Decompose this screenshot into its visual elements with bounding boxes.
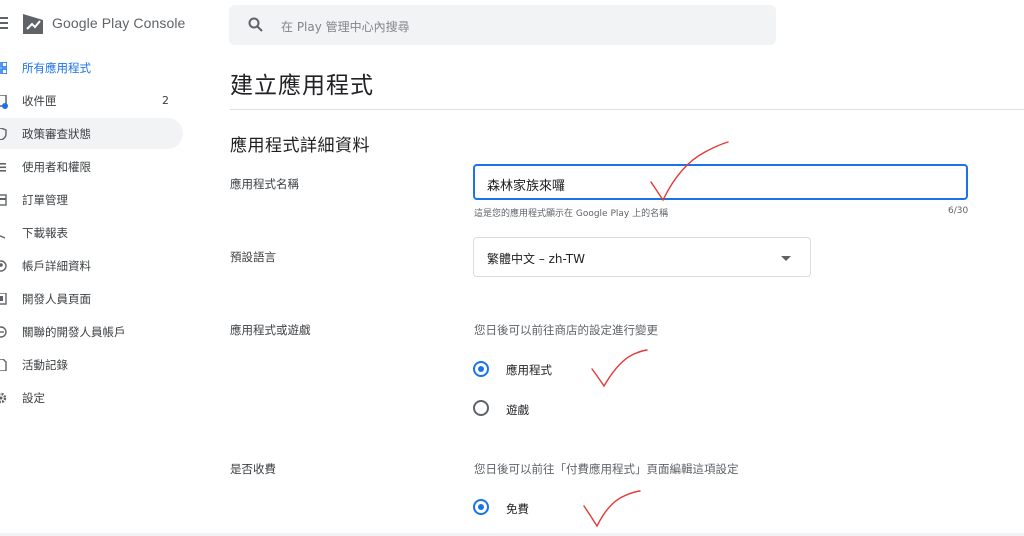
sidebar-item-activity-log[interactable]: 活動記錄: [0, 348, 195, 381]
default-language-label: 預設語言: [230, 250, 276, 264]
sidebar-item-label: 關聯的開發人員帳戶: [22, 324, 126, 339]
log-icon: [0, 358, 7, 371]
sidebar-item-all-apps[interactable]: 所有應用程式: [0, 51, 195, 84]
people-icon: [0, 162, 6, 172]
sidebar-item-label: 訂單管理: [22, 192, 68, 207]
sidebar-item-linked-developer-accounts[interactable]: 關聯的開發人員帳戶: [0, 315, 195, 348]
app-name-value: 森林家族來囉: [487, 179, 566, 194]
radio-app[interactable]: [473, 361, 489, 377]
account-icon: [0, 259, 7, 272]
app-name-label: 應用程式名稱: [230, 177, 299, 191]
sidebar-item-settings[interactable]: 設定: [0, 381, 195, 414]
brand-bar: Google Play Console: [0, 0, 195, 48]
sidebar-item-label: 下載報表: [22, 225, 68, 240]
search-icon: [248, 17, 263, 32]
search-bar[interactable]: 在 Play 管理中心內搜尋: [229, 5, 776, 45]
sidebar-item-label: 使用者和權限: [22, 159, 91, 174]
radio-free[interactable]: [473, 499, 489, 515]
inbox-count-badge: 2: [162, 94, 169, 107]
divider: [230, 109, 1024, 110]
dropdown-arrow-icon: [781, 256, 791, 261]
sidebar-nav: 所有應用程式 收件匣 2 政策審查狀態 使用者和權限 訂單管理 下載報表 帳戶詳…: [0, 51, 195, 414]
app-or-game-helper: 您日後可以前往商店的設定進行變更: [474, 323, 658, 337]
sidebar: Google Play Console 所有應用程式 收件匣 2 政策審查狀態 …: [0, 0, 195, 536]
download-icon: [0, 234, 6, 239]
default-language-value: 繁體中文 – zh-TW: [487, 252, 585, 266]
shield-icon: [0, 127, 7, 140]
free-or-paid-label: 是否收費: [230, 462, 276, 476]
free-or-paid-helper: 您日後可以前往「付費應用程式」頁面編輯這項設定: [474, 462, 739, 476]
sidebar-item-label: 政策審查狀態: [22, 126, 91, 141]
sidebar-item-account-details[interactable]: 帳戶詳細資料: [0, 249, 195, 282]
sidebar-item-order-management[interactable]: 訂單管理: [0, 183, 195, 216]
sidebar-item-label: 收件匣: [22, 93, 57, 108]
app-name-input[interactable]: 森林家族來囉: [473, 164, 968, 200]
gear-icon: [0, 392, 7, 403]
sidebar-item-download-reports[interactable]: 下載報表: [0, 216, 195, 249]
grid-icon: [0, 61, 7, 74]
sidebar-item-users-permissions[interactable]: 使用者和權限: [0, 150, 195, 183]
sidebar-item-label: 帳戶詳細資料: [22, 258, 91, 273]
sidebar-item-label: 所有應用程式: [22, 60, 91, 75]
app-or-game-label: 應用程式或遊戲: [230, 323, 311, 337]
unread-dot: [2, 103, 8, 109]
brand-name: Google Play Console: [52, 15, 186, 31]
link-icon: [0, 325, 7, 338]
app-name-hint: 這是您的應用程式顯示在 Google Play 上的名稱: [474, 209, 669, 219]
sidebar-item-inbox[interactable]: 收件匣 2: [0, 84, 195, 117]
check-mark-annotation: [583, 490, 641, 528]
sidebar-item-label: 開發人員頁面: [22, 291, 91, 306]
radio-game[interactable]: [473, 400, 489, 416]
radio-free-label[interactable]: 免費: [506, 501, 529, 517]
sidebar-item-label: 活動記錄: [22, 357, 68, 372]
app-name-counter: 6/30: [948, 206, 969, 216]
default-language-select[interactable]: 繁體中文 – zh-TW: [473, 237, 811, 277]
radio-game-label[interactable]: 遊戲: [506, 402, 529, 418]
sidebar-item-label: 設定: [22, 390, 45, 405]
sidebar-item-developer-page[interactable]: 開發人員頁面: [0, 282, 195, 315]
search-input[interactable]: 在 Play 管理中心內搜尋: [281, 18, 410, 35]
radio-app-label[interactable]: 應用程式: [506, 362, 552, 378]
section-title: 應用程式詳細資料: [230, 136, 370, 156]
credit-card-icon: [0, 193, 7, 206]
page-icon: [0, 292, 7, 305]
menu-icon[interactable]: [0, 17, 8, 29]
sidebar-item-policy-status[interactable]: 政策審查狀態: [0, 117, 195, 150]
page-title: 建立應用程式: [230, 73, 374, 99]
play-console-logo-icon: [23, 14, 43, 34]
check-mark-annotation: [591, 349, 648, 388]
